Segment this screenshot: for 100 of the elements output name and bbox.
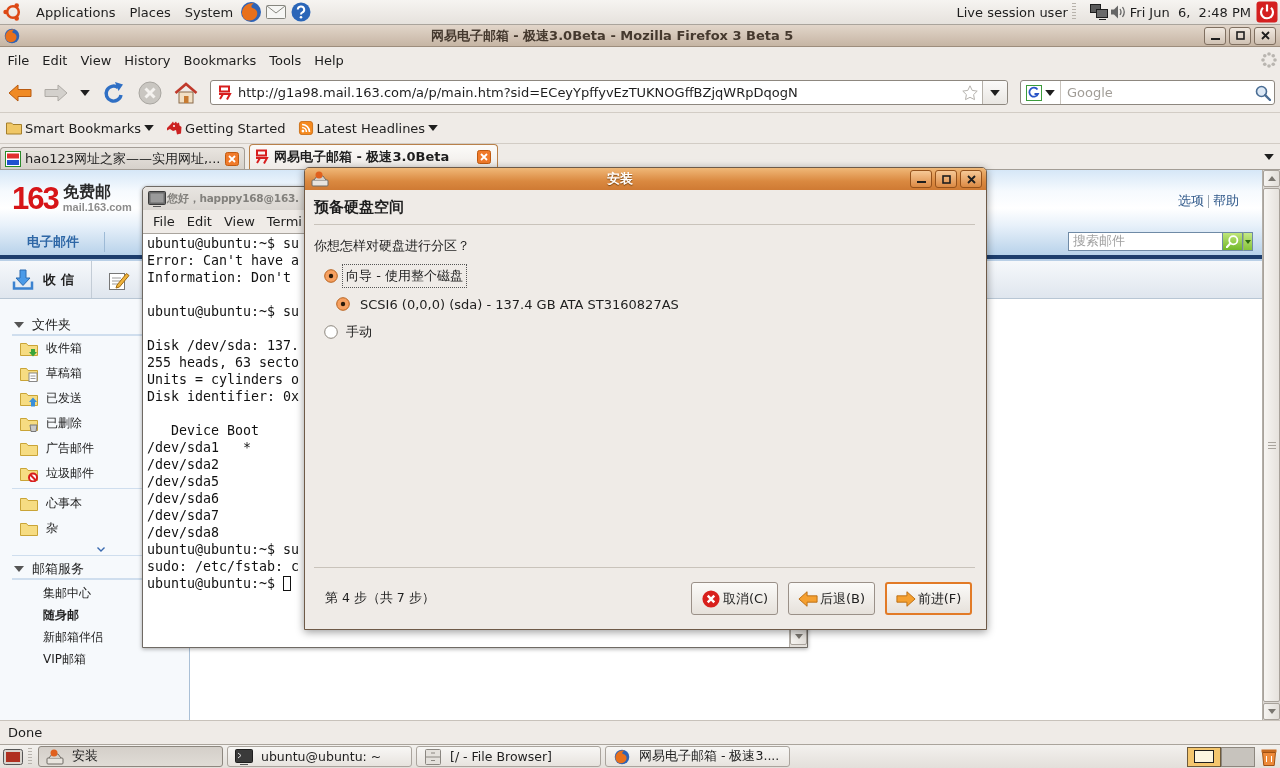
arrow-right-icon	[895, 589, 916, 608]
menu-item[interactable]: Edit	[180, 214, 218, 229]
menu-item[interactable]: File	[1, 52, 36, 68]
menu-item[interactable]: View	[73, 52, 118, 68]
close-icon[interactable]	[224, 151, 239, 166]
speaker-icon[interactable]	[1109, 4, 1126, 20]
tab-list-button[interactable]	[1264, 153, 1274, 160]
maximize-button[interactable]	[1229, 26, 1251, 45]
scrollbar-thumb[interactable]	[1263, 188, 1280, 702]
bookmark-item[interactable]: Latest Headlines	[297, 120, 439, 136]
maximize-button[interactable]	[935, 170, 957, 188]
taskbar-button[interactable]: 安装	[38, 746, 223, 767]
user-name[interactable]: Live session user	[956, 4, 1068, 20]
menu-item[interactable]: Help	[307, 52, 351, 68]
menu-item[interactable]: Bookmarks	[177, 52, 263, 68]
dropdown-button[interactable]	[982, 81, 1007, 104]
radio-button[interactable]	[324, 269, 338, 283]
question-text: 你想怎样对硬盘进行分区？	[314, 237, 470, 255]
header-link[interactable]: 选项	[1178, 193, 1204, 210]
folder-item[interactable]: 草稿箱	[20, 361, 82, 386]
grip-handle[interactable]	[28, 747, 32, 766]
logo-number: 163	[12, 183, 58, 214]
folder-item[interactable]: 广告邮件	[20, 436, 94, 461]
radio-button[interactable]	[336, 297, 350, 311]
ubuntu-logo-icon[interactable]	[3, 2, 23, 22]
dialog-button[interactable]: 后退(B)	[788, 582, 875, 615]
folder-item[interactable]: 垃圾邮件	[20, 461, 94, 486]
menu-item[interactable]: View	[217, 214, 261, 229]
folder-icon	[20, 495, 38, 512]
section-header[interactable]: 邮箱服务	[14, 560, 84, 578]
cancel-icon	[700, 589, 721, 608]
close-button[interactable]	[1254, 26, 1276, 45]
home-icon[interactable]	[174, 80, 198, 105]
service-link[interactable]: 新邮箱伴侣	[43, 626, 103, 648]
search-icon[interactable]	[1255, 84, 1271, 101]
terminal-line: ubuntu@ubuntu:~$ su	[147, 235, 300, 252]
taskbar-button[interactable]: [/ - File Browser]	[416, 746, 601, 767]
tab[interactable]: hao123网址之家——实用网址,...	[0, 147, 245, 169]
service-link[interactable]: VIP邮箱	[43, 648, 86, 670]
tab[interactable]: 网易电子邮箱 - 极速3.0Beta	[249, 144, 498, 169]
dialog-button[interactable]: 取消(C)	[691, 582, 778, 615]
service-link[interactable]: 集邮中心	[43, 582, 91, 604]
header-link[interactable]: 帮助	[1213, 193, 1239, 210]
menu-item[interactable]: Termi	[260, 214, 308, 229]
panel-menu[interactable]: Applications	[29, 4, 123, 20]
bookmark-item[interactable]: Getting Started	[166, 120, 286, 136]
scroll-down-button[interactable]	[1263, 703, 1280, 720]
folder-item[interactable]: 杂	[20, 516, 58, 541]
terminal-line: sudo: /etc/fstab: c	[147, 558, 300, 575]
close-icon	[966, 174, 976, 184]
chevron-down-icon[interactable]	[96, 546, 105, 552]
envelope-icon[interactable]	[266, 5, 287, 19]
folder-item[interactable]: 收件箱	[20, 336, 82, 361]
search-button[interactable]	[1223, 232, 1243, 251]
receive-button[interactable]: 收 信	[0, 261, 92, 298]
option-label[interactable]: SCSI6 (0,0,0) (sda) - 137.4 GB ATA ST3160827AS	[356, 293, 683, 315]
network-monitors-icon[interactable]	[1089, 4, 1108, 20]
section-header[interactable]: 文件夹	[14, 316, 71, 334]
clock[interactable]: Fri Jun 6, 2:48 PM	[1129, 4, 1251, 20]
menu-item[interactable]: File	[147, 214, 181, 229]
url-field[interactable]: http://g1a98.mail.163.com/a/p/main.htm?sid=ECeyYpffyvEzTUKNOGffBZjqWRpDqogN	[210, 80, 1008, 105]
folder-item[interactable]: 已删除	[20, 411, 82, 436]
help-icon[interactable]	[291, 2, 312, 22]
folder-icon	[20, 520, 38, 537]
desktop-icon[interactable]	[3, 747, 23, 766]
minimize-button[interactable]	[910, 170, 932, 188]
back-icon[interactable]	[8, 83, 32, 102]
star-icon[interactable]	[962, 84, 978, 101]
close-icon[interactable]	[477, 150, 491, 164]
workspace-button[interactable]	[1187, 746, 1221, 767]
service-link[interactable]: 随身邮	[43, 604, 79, 626]
taskbar-button[interactable]: 网易电子邮箱 - 极速3....	[605, 746, 790, 767]
folder-up-arrow-icon	[20, 390, 38, 407]
caret-icon	[1264, 153, 1274, 160]
scroll-up-button[interactable]	[1263, 170, 1280, 187]
option-label[interactable]: 向导 - 使用整个磁盘	[342, 264, 467, 288]
power-icon[interactable]	[1256, 1, 1278, 23]
dialog-button[interactable]: 前进(F)	[885, 582, 972, 615]
radio-button[interactable]	[324, 325, 338, 339]
trash-icon[interactable]	[1261, 747, 1277, 766]
bookmark-item[interactable]: Smart Bookmarks	[6, 120, 155, 136]
reload-icon[interactable]	[102, 80, 126, 105]
option-label[interactable]: 手动	[342, 320, 376, 344]
minimize-button[interactable]	[1204, 26, 1226, 45]
close-button[interactable]	[960, 170, 982, 188]
minimize-icon	[916, 181, 926, 183]
panel-menu[interactable]: Places	[122, 4, 178, 20]
firefox-icon[interactable]	[240, 1, 263, 23]
menu-item[interactable]: History	[117, 52, 178, 68]
terminal-line: /dev/sda8	[147, 524, 220, 541]
caret-icon	[144, 125, 155, 131]
maximize-icon	[941, 174, 951, 184]
nav-tab[interactable]: 电子邮件	[27, 232, 79, 251]
taskbar-button[interactable]: ubuntu@ubuntu: ~	[227, 746, 412, 767]
panel-menu[interactable]: System	[177, 4, 241, 20]
menu-item[interactable]: Edit	[35, 52, 74, 68]
folder-item[interactable]: 心事本	[20, 491, 82, 516]
folder-item[interactable]: 已发送	[20, 386, 82, 411]
menu-item[interactable]: Tools	[262, 52, 308, 68]
drive-icon	[311, 171, 329, 187]
